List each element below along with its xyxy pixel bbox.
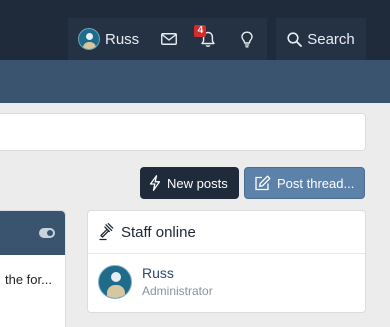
forum-block-header	[0, 211, 65, 255]
alerts-count-badge: 4	[194, 25, 207, 37]
lightbulb-icon	[241, 31, 254, 47]
new-posts-button[interactable]: New posts	[140, 167, 239, 199]
new-posts-label: New posts	[167, 175, 228, 191]
envelope-icon	[160, 33, 177, 45]
inbox-button[interactable]	[149, 18, 188, 60]
toggle-icon[interactable]	[39, 228, 55, 238]
notice-block	[0, 113, 366, 151]
alerts-button[interactable]: 4	[188, 18, 227, 60]
sub-navigation-bar	[0, 60, 390, 103]
search-icon	[287, 31, 303, 47]
post-thread-button[interactable]: Post thread...	[244, 167, 365, 199]
staff-online-header: Staff online	[88, 211, 365, 254]
staff-member-name[interactable]: Russ	[142, 264, 213, 282]
avatar	[78, 28, 100, 50]
staff-member-role: Administrator	[142, 284, 213, 298]
gavel-icon	[99, 223, 114, 241]
avatar[interactable]	[98, 265, 132, 299]
lightning-icon	[149, 175, 161, 191]
account-username: Russ	[105, 30, 140, 48]
post-thread-label: Post thread...	[277, 175, 355, 191]
whats-new-button[interactable]	[228, 18, 267, 60]
staff-online-title: Staff online	[121, 223, 196, 241]
pencil-square-icon	[255, 175, 271, 191]
search-label: Search	[307, 30, 355, 48]
account-link[interactable]: Russ	[68, 18, 149, 60]
forum-snippet[interactable]: the for...	[5, 272, 52, 287]
staff-online-widget: Staff online Russ Administrator	[87, 210, 366, 313]
user-nav-group: Russ 4	[68, 18, 267, 60]
forum-block: the for...	[0, 210, 66, 327]
search-button[interactable]: Search	[276, 18, 366, 60]
staff-member: Russ Administrator	[98, 264, 213, 300]
